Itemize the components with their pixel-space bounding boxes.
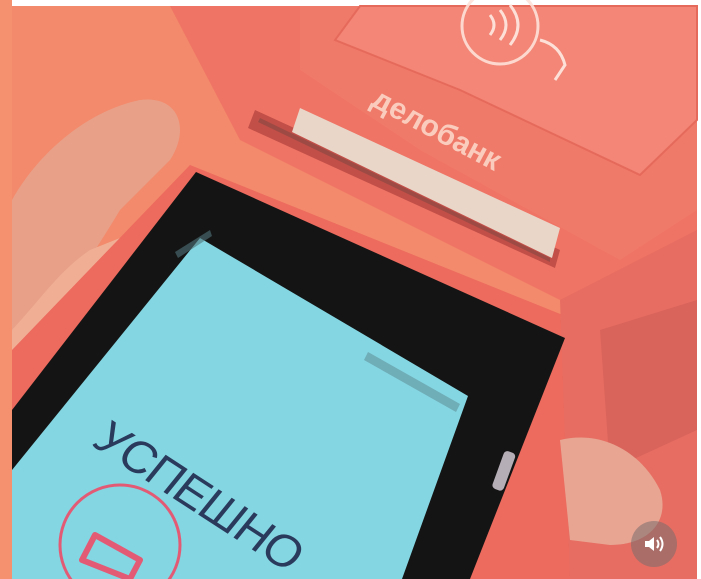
volume-button[interactable] xyxy=(631,521,677,567)
payment-terminal-photo: делобанк УСПЕШНО xyxy=(0,0,701,579)
terminal-scene xyxy=(12,0,698,579)
volume-icon xyxy=(645,536,664,552)
